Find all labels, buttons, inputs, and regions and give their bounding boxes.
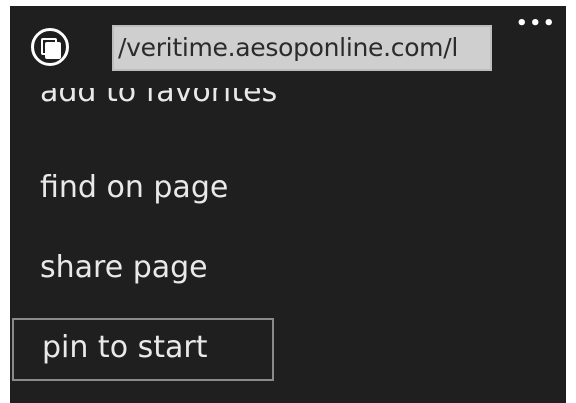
menu-item-pin-to-start[interactable]: pin to start bbox=[12, 318, 274, 381]
menu-item-add-to-favorites[interactable]: add to favorites bbox=[10, 88, 277, 124]
menu-item-share-page[interactable]: share page bbox=[10, 246, 208, 290]
app-bar-menu: add to favorites find on page share page… bbox=[10, 6, 566, 403]
menu-item-find-on-page[interactable]: find on page bbox=[10, 166, 228, 210]
menu-item-label: add to favorites bbox=[40, 88, 278, 109]
browser-screen: /veritime.aesoponline.com/l ••• add to f… bbox=[10, 6, 566, 403]
